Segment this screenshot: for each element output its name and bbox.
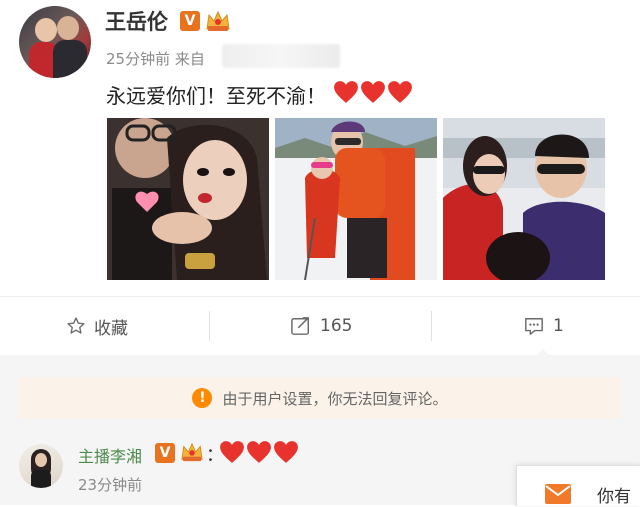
post-photo-1[interactable] <box>107 118 269 280</box>
heart-icon <box>387 80 413 104</box>
favorite-button[interactable]: 收藏 <box>66 297 128 355</box>
comment-button[interactable]: 1 <box>523 297 564 355</box>
heart-icon <box>219 440 245 464</box>
post-photo-2[interactable] <box>275 118 437 280</box>
verified-badge-icon: V <box>180 11 200 31</box>
comment-icon <box>525 318 543 335</box>
verified-badge-icon: V <box>155 443 175 463</box>
action-bar: 收藏 165 1 <box>0 296 640 356</box>
post-time-source: 25分钟前 来自 <box>106 50 205 68</box>
mail-icon <box>545 484 571 504</box>
notification-text: 你有 <box>597 487 631 507</box>
comment-count: 1 <box>553 316 564 336</box>
reply-disabled-notice: ! 由于用户设置，你无法回复评论。 <box>18 377 622 419</box>
star-icon <box>67 317 85 334</box>
crown-badge-icon <box>180 441 204 463</box>
commenter-avatar[interactable] <box>19 444 63 488</box>
comment-time: 23分钟前 <box>78 476 143 494</box>
repost-button[interactable]: 165 <box>290 297 352 355</box>
message-notification[interactable]: 你有 <box>516 465 640 507</box>
post-heart-emojis <box>333 80 414 108</box>
heart-icon <box>246 440 272 464</box>
author-name[interactable]: 王岳伦 <box>105 6 168 36</box>
action-divider <box>431 311 432 341</box>
notice-text: 由于用户设置，你无法回复评论。 <box>222 389 448 408</box>
heart-icon <box>273 440 299 464</box>
comment-heart-emojis <box>219 440 300 468</box>
post-text: 永远爱你们！至死不渝！ <box>106 84 326 108</box>
source-redacted <box>222 44 340 68</box>
heart-icon <box>360 80 386 104</box>
repost-count: 165 <box>320 316 353 336</box>
post-photo-3[interactable] <box>443 118 605 280</box>
repost-icon <box>291 317 309 335</box>
commenter-name[interactable]: 主播李湘 <box>78 443 142 467</box>
author-avatar[interactable] <box>19 6 91 78</box>
action-divider <box>209 311 210 341</box>
post-header: 王岳伦 V 25分钟前 来自 永远爱你们！至死不渝！ <box>0 0 640 110</box>
favorite-label: 收藏 <box>94 318 128 339</box>
warning-icon: ! <box>192 388 213 408</box>
crown-badge-icon <box>205 9 231 33</box>
heart-icon <box>333 80 359 104</box>
